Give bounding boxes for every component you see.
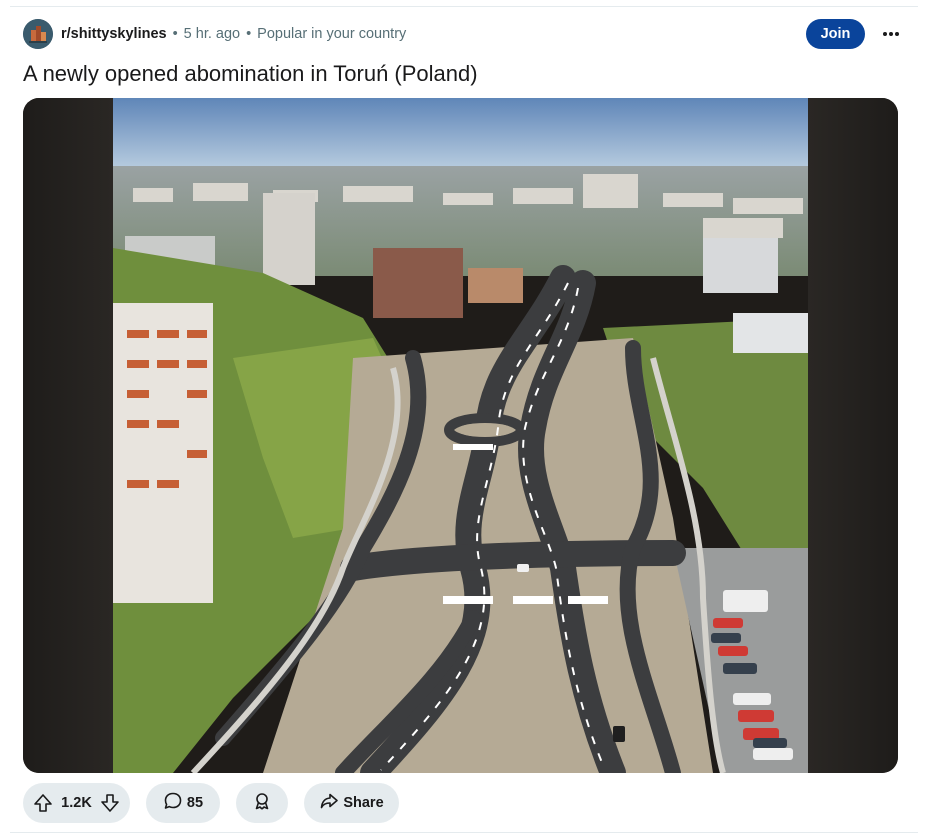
post-header: r/shittyskylines • 5 hr. ago • Popular i… bbox=[23, 18, 907, 50]
meta-separator: • bbox=[246, 26, 252, 42]
media-blur-left bbox=[23, 98, 113, 773]
award-icon bbox=[252, 791, 272, 815]
subreddit-avatar-icon[interactable] bbox=[23, 19, 53, 49]
join-button[interactable]: Join bbox=[806, 19, 865, 49]
post-media[interactable] bbox=[23, 98, 898, 773]
share-button[interactable]: Share bbox=[304, 783, 399, 823]
comments-button[interactable]: 85 bbox=[146, 783, 220, 823]
subreddit-name-link[interactable]: r/shittyskylines bbox=[61, 26, 167, 42]
vote-score: 1.2K bbox=[61, 795, 92, 811]
post-meta: r/shittyskylines • 5 hr. ago • Popular i… bbox=[61, 26, 406, 42]
media-blur-right bbox=[808, 98, 898, 773]
share-icon bbox=[319, 791, 339, 815]
post-context: Popular in your country bbox=[257, 26, 407, 42]
meta-separator: • bbox=[172, 26, 178, 42]
share-label: Share bbox=[343, 795, 384, 811]
downvote-icon[interactable] bbox=[98, 791, 122, 815]
vote-control: 1.2K bbox=[23, 783, 130, 823]
comment-icon bbox=[163, 791, 183, 815]
upvote-icon[interactable] bbox=[31, 791, 55, 815]
post-time: 5 hr. ago bbox=[183, 26, 241, 42]
action-bar: 1.2K 85 Share bbox=[23, 783, 415, 823]
top-divider bbox=[10, 6, 918, 7]
award-button[interactable] bbox=[236, 783, 288, 823]
more-options-icon[interactable] bbox=[875, 18, 907, 50]
bottom-divider bbox=[10, 832, 918, 833]
comment-count: 85 bbox=[186, 795, 204, 811]
post-image[interactable] bbox=[113, 98, 808, 773]
post-title[interactable]: A newly opened abomination in Toruń (Pol… bbox=[23, 60, 478, 88]
